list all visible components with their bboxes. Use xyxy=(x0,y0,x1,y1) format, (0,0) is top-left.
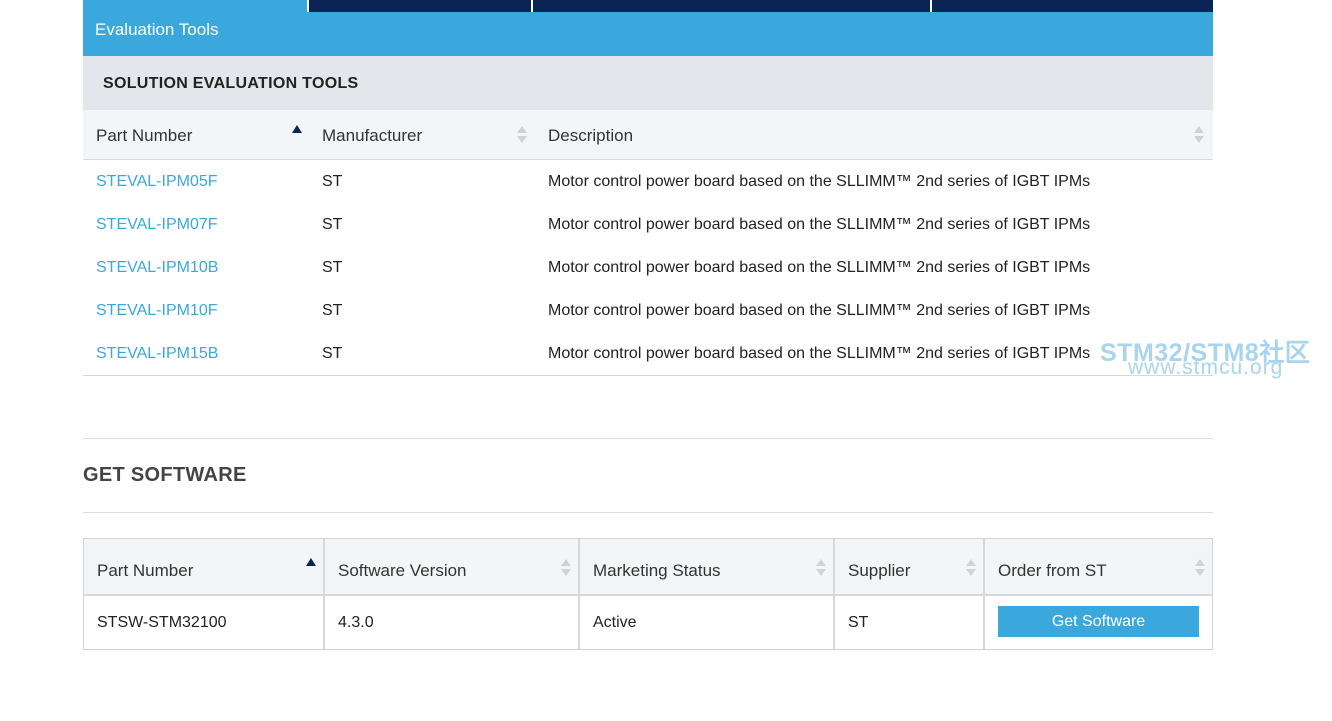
tab-dark-3[interactable] xyxy=(932,0,1213,12)
manufacturer-cell: ST xyxy=(322,216,343,233)
col-manufacturer-label: Manufacturer xyxy=(322,126,423,145)
col-part-number-label[interactable]: Part Number xyxy=(97,561,193,581)
tab-evaluation-tools[interactable]: Evaluation Tools xyxy=(83,0,307,56)
col-part-number[interactable]: Part Number xyxy=(83,110,309,160)
description-cell: Motor control power board based on the S… xyxy=(548,173,1091,190)
watermark-url: www.stmcu.org xyxy=(1128,356,1284,379)
software-version-value: 4.3.0 xyxy=(338,614,374,631)
tab-dark-1[interactable] xyxy=(309,0,531,12)
col-supplier: Supplier ST xyxy=(835,539,985,649)
col-description[interactable]: Description xyxy=(535,110,1213,160)
description-cell: Motor control power board based on the S… xyxy=(548,345,1091,362)
solution-eval-header: SOLUTION EVALUATION TOOLS xyxy=(83,56,1213,110)
solution-eval-title: SOLUTION EVALUATION TOOLS xyxy=(103,75,359,92)
table-row: STEVAL-IPM10F ST Motor control power boa… xyxy=(83,289,1213,332)
sort-icon[interactable] xyxy=(517,125,527,145)
tab-evaluation-tools-label: Evaluation Tools xyxy=(95,20,219,39)
marketing-status-value: Active xyxy=(593,614,637,631)
col-marketing-status-label[interactable]: Marketing Status xyxy=(593,561,721,581)
table-row: STEVAL-IPM15B ST Motor control power boa… xyxy=(83,332,1213,375)
col-order-from-st: Order from ST Get Software xyxy=(985,539,1212,649)
table-row: STEVAL-IPM10B ST Motor control power boa… xyxy=(83,246,1213,289)
manufacturer-cell: ST xyxy=(322,173,343,190)
part-number-link[interactable]: STEVAL-IPM05F xyxy=(96,173,218,191)
description-cell: Motor control power board based on the S… xyxy=(548,216,1091,233)
col-order-from-st-label[interactable]: Order from ST xyxy=(998,561,1107,581)
part-number-link[interactable]: STEVAL-IPM10B xyxy=(96,259,218,277)
description-cell: Motor control power board based on the S… xyxy=(548,302,1091,319)
col-manufacturer[interactable]: Manufacturer xyxy=(309,110,535,160)
tab-dark-2[interactable] xyxy=(533,0,930,12)
software-part-number: STSW-STM32100 xyxy=(97,614,227,631)
table-row: STEVAL-IPM05F ST Motor control power boa… xyxy=(83,160,1213,203)
sort-icon[interactable] xyxy=(816,558,826,578)
solution-eval-table-body: STEVAL-IPM05F ST Motor control power boa… xyxy=(83,160,1213,376)
manufacturer-cell: ST xyxy=(322,259,343,276)
part-number-link[interactable]: STEVAL-IPM10F xyxy=(96,302,218,320)
col-part-number-label: Part Number xyxy=(96,126,193,145)
col-description-label: Description xyxy=(548,126,634,145)
part-number-link[interactable]: STEVAL-IPM15B xyxy=(96,345,218,363)
part-number-link[interactable]: STEVAL-IPM07F xyxy=(96,216,218,234)
table-row: STEVAL-IPM07F ST Motor control power boa… xyxy=(83,203,1213,246)
divider xyxy=(83,512,1213,513)
sort-icon[interactable] xyxy=(966,558,976,578)
sort-icon[interactable] xyxy=(561,558,571,578)
sort-ascending-icon[interactable] xyxy=(292,125,302,133)
software-table: Part Number STSW-STM32100 Software Versi… xyxy=(83,538,1213,650)
sort-ascending-icon[interactable] xyxy=(306,558,316,566)
sort-icon[interactable] xyxy=(1194,125,1204,145)
col-marketing-status: Marketing Status Active xyxy=(580,539,835,649)
solution-eval-table-header: Part Number Manufacturer Description xyxy=(83,110,1213,160)
supplier-value: ST xyxy=(848,614,869,631)
col-software-version: Software Version 4.3.0 xyxy=(325,539,580,649)
col-part-number: Part Number STSW-STM32100 xyxy=(84,539,325,649)
description-cell: Motor control power board based on the S… xyxy=(548,259,1091,276)
tab-bar: Evaluation Tools xyxy=(83,0,1213,56)
get-software-button[interactable]: Get Software xyxy=(998,606,1199,637)
divider xyxy=(83,438,1213,439)
sort-icon[interactable] xyxy=(1195,558,1205,578)
col-supplier-label[interactable]: Supplier xyxy=(848,561,910,581)
col-software-version-label[interactable]: Software Version xyxy=(338,561,467,581)
get-software-title: GET SOFTWARE xyxy=(83,464,247,486)
manufacturer-cell: ST xyxy=(322,302,343,319)
manufacturer-cell: ST xyxy=(322,345,343,362)
